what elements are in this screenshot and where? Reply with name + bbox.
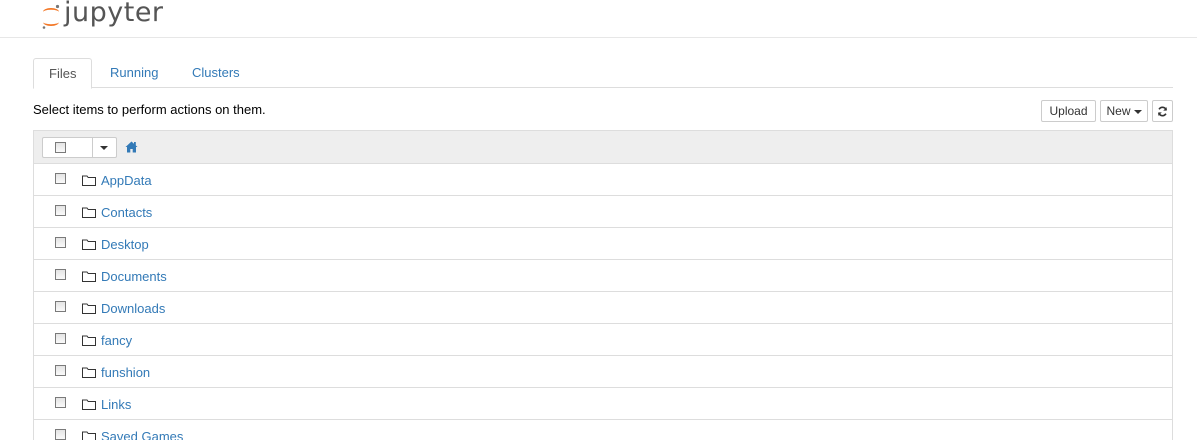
caret-down-icon	[1133, 109, 1142, 114]
folder-link[interactable]: funshion	[101, 365, 150, 380]
folder-icon	[82, 207, 96, 218]
row-checkbox[interactable]	[55, 301, 66, 312]
folder-icon	[82, 431, 96, 440]
selection-hint: Select items to perform actions on them.	[33, 102, 266, 117]
caret-down-icon	[100, 145, 108, 150]
home-icon[interactable]	[125, 141, 138, 153]
tab-files[interactable]: Files	[33, 58, 93, 89]
folder-link[interactable]: Documents	[101, 269, 167, 284]
list-item[interactable]: Desktop	[34, 228, 1172, 260]
row-checkbox[interactable]	[55, 237, 66, 248]
refresh-icon	[1158, 106, 1167, 117]
folder-icon	[82, 271, 96, 282]
row-checkbox[interactable]	[55, 429, 66, 440]
folder-link[interactable]: fancy	[101, 333, 132, 348]
upload-button[interactable]: Upload	[1041, 100, 1096, 122]
folder-icon	[82, 335, 96, 346]
new-dropdown-button[interactable]: New	[1100, 100, 1148, 122]
list-item[interactable]: Saved Games	[34, 420, 1172, 440]
select-all-area	[43, 138, 93, 157]
select-all-dropdown[interactable]	[42, 137, 117, 158]
file-list-header	[34, 131, 1172, 164]
row-checkbox[interactable]	[55, 333, 66, 344]
list-item[interactable]: funshion	[34, 356, 1172, 388]
file-list: AppData Contacts Desktop Documents Downl…	[33, 130, 1173, 440]
refresh-button[interactable]	[1152, 100, 1173, 122]
jupyter-logo-icon	[42, 4, 60, 29]
header-bar: jupyter	[0, 0, 1197, 38]
tab-bar: Files Running Clusters	[33, 58, 1173, 89]
list-item[interactable]: Documents	[34, 260, 1172, 292]
row-checkbox[interactable]	[55, 365, 66, 376]
list-item[interactable]: Contacts	[34, 196, 1172, 228]
folder-link[interactable]: Downloads	[101, 301, 165, 316]
folder-link[interactable]: AppData	[101, 173, 152, 188]
folder-link[interactable]: Desktop	[101, 237, 149, 252]
folder-link[interactable]: Contacts	[101, 205, 152, 220]
row-checkbox[interactable]	[55, 173, 66, 184]
list-item[interactable]: Links	[34, 388, 1172, 420]
folder-icon	[82, 367, 96, 378]
upload-button-label: Upload	[1049, 104, 1088, 118]
tab-running[interactable]: Running	[95, 58, 173, 88]
new-button-label: New	[1106, 104, 1131, 118]
list-item[interactable]: AppData	[34, 164, 1172, 196]
row-checkbox[interactable]	[55, 205, 66, 216]
folder-icon	[82, 175, 96, 186]
folder-icon	[82, 239, 96, 250]
folder-icon	[82, 399, 96, 410]
folder-link[interactable]: Saved Games	[101, 429, 183, 440]
list-item[interactable]: fancy	[34, 324, 1172, 356]
jupyter-logo[interactable]: jupyter	[40, 0, 164, 36]
logo-text: jupyter	[64, 0, 164, 28]
tab-clusters[interactable]: Clusters	[177, 58, 255, 88]
select-dropdown-toggle[interactable]	[92, 138, 116, 157]
select-all-checkbox[interactable]	[55, 142, 66, 153]
folder-icon	[82, 303, 96, 314]
row-checkbox[interactable]	[55, 397, 66, 408]
row-checkbox[interactable]	[55, 269, 66, 280]
folder-link[interactable]: Links	[101, 397, 131, 412]
list-item[interactable]: Downloads	[34, 292, 1172, 324]
